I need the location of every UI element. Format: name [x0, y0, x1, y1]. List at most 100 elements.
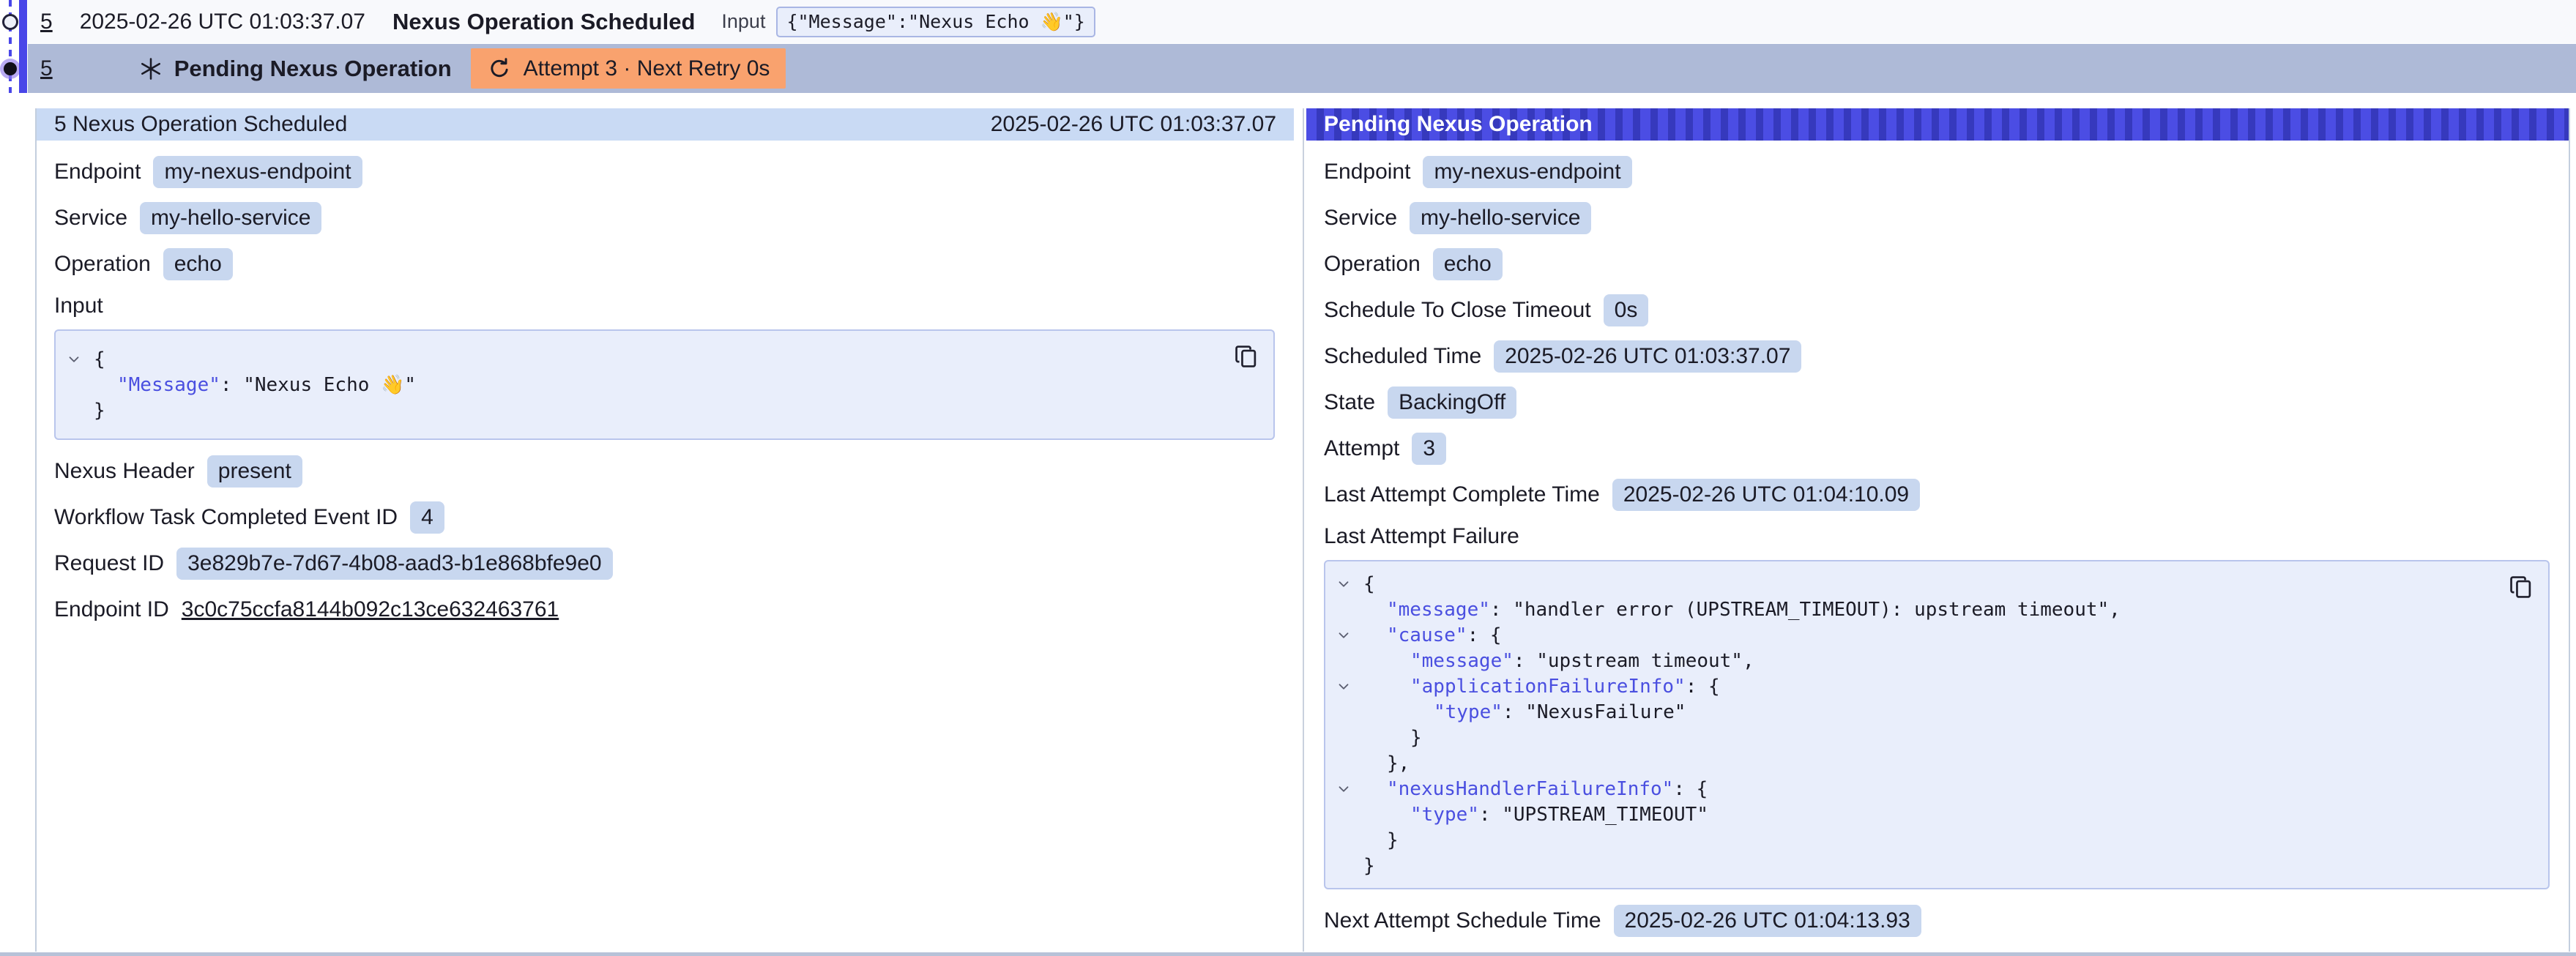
json-key: "applicationFailureInfo" [1410, 676, 1686, 698]
json-line: "nexusHandlerFailureInfo": { [1336, 776, 2497, 802]
field-request-id: Request ID3e829b7e-7d67-4b08-aad3-b1e868… [54, 547, 1275, 580]
json-line: } [1336, 725, 2497, 750]
collapse-chevron-icon [1336, 781, 1352, 797]
json-key: "message" [1387, 599, 1490, 621]
field-label: Endpoint ID [54, 597, 169, 622]
copy-icon [1232, 343, 1260, 370]
field-label: Scheduled Time [1324, 344, 1481, 369]
field-label: Last Attempt Complete Time [1324, 482, 1600, 507]
json-line: "message": "handler error (UPSTREAM_TIME… [1336, 597, 2497, 622]
field-value: 3 [1412, 433, 1446, 465]
json-line: "type": "NexusFailure" [1336, 699, 2497, 725]
event-id-link[interactable]: 5 [40, 10, 53, 34]
field-scheduled-time: Scheduled Time 2025-02-26 UTC 01:03:37.07 [1324, 340, 2550, 373]
copy-button[interactable] [1232, 343, 1260, 370]
event-detail-header: 5 Nexus Operation Scheduled 2025-02-26 U… [37, 108, 1294, 141]
field-nexus-header: Nexus Headerpresent [54, 455, 1275, 488]
event-detail-title: 5 Nexus Operation Scheduled [54, 112, 347, 137]
field-label: Schedule To Close Timeout [1324, 298, 1591, 323]
pending-panel-title: Pending Nexus Operation [1324, 112, 1593, 137]
collapse-chevron-icon [1336, 679, 1352, 695]
json-key: "type" [1434, 701, 1503, 723]
retry-status-badge: Attempt 3 · Next Retry 0s [471, 48, 786, 89]
field-label: Attempt [1324, 436, 1399, 461]
json-line: "Message": "Nexus Echo 👋" [66, 372, 1222, 397]
field-value[interactable]: 3c0c75ccfa8144b092c13ce632463761 [182, 597, 559, 622]
json-text: { [94, 348, 105, 370]
field-value: my-hello-service [1410, 202, 1591, 234]
field-endpoint: Endpointmy-nexus-endpoint [54, 155, 1275, 189]
json-text: } [1410, 727, 1422, 749]
json-key: "type" [1410, 804, 1479, 826]
field-value: 2025-02-26 UTC 01:04:13.93 [1614, 905, 1921, 937]
json-text: : "Nexus Echo 👋" [220, 374, 416, 396]
json-line: }, [1336, 750, 2497, 776]
collapse-chevron-icon [66, 351, 82, 367]
json-text: }, [1387, 753, 1410, 774]
field-attempt: Attempt 3 [1324, 432, 2550, 466]
event-timestamp: 2025-02-26 UTC 01:03:37.07 [80, 10, 365, 34]
field-value: 2025-02-26 UTC 01:04:10.09 [1612, 479, 1920, 511]
pending-panel-header: Pending Nexus Operation [1306, 108, 2569, 141]
json-line: "type": "UPSTREAM_TIMEOUT" [1336, 802, 2497, 827]
collapse-chevron-icon [1336, 576, 1352, 592]
copy-icon [2507, 573, 2535, 601]
field-value: my-hello-service [140, 202, 321, 234]
field-value: 3e829b7e-7d67-4b08-aad3-b1e868bfe9e0 [176, 548, 613, 580]
json-line: { [1336, 571, 2497, 597]
field-operation: Operationecho [1324, 247, 2550, 281]
field-last-attempt-complete-time: Last Attempt Complete Time 2025-02-26 UTC… [1324, 478, 2550, 512]
pending-asterisk-icon [138, 56, 164, 82]
json-text: } [1363, 855, 1375, 877]
retry-badge-text: Attempt 3 · Next Retry 0s [524, 56, 770, 81]
json-text: : "handler error (UPSTREAM_TIMEOUT): ups… [1490, 599, 2121, 621]
copy-button[interactable] [2507, 573, 2535, 601]
field-label: Operation [54, 252, 151, 277]
field-label: Endpoint [1324, 160, 1410, 184]
field-operation: Operationecho [54, 247, 1275, 281]
field-value: my-nexus-endpoint [153, 156, 362, 188]
pending-title: Pending Nexus Operation [174, 56, 452, 82]
event-detail-timestamp: 2025-02-26 UTC 01:03:37.07 [991, 112, 1276, 137]
field-endpoint: Endpoint my-nexus-endpoint [1324, 155, 2550, 189]
input-json-viewer: {"Message": "Nexus Echo 👋"} [54, 329, 1275, 440]
field-service: Servicemy-hello-service [54, 201, 1275, 235]
field-label: Service [1324, 206, 1397, 231]
field-value: 2025-02-26 UTC 01:03:37.07 [1494, 340, 1801, 373]
collapse-toggle[interactable] [1336, 576, 1363, 592]
json-text: { [1363, 573, 1375, 595]
field-endpoint-id: Endpoint ID 3c0c75ccfa8144b092c13ce632463… [54, 593, 1275, 627]
pending-event-id-link[interactable]: 5 [40, 56, 53, 81]
event-detail-panel: 5 Nexus Operation Scheduled 2025-02-26 U… [35, 108, 1294, 952]
json-text: } [94, 400, 105, 422]
input-section-label: Input [54, 294, 1275, 318]
timeline-node-open-icon [2, 14, 18, 30]
collapse-toggle[interactable] [66, 351, 94, 367]
failure-json-viewer: {"message": "handler error (UPSTREAM_TIM… [1324, 560, 2550, 889]
collapse-toggle[interactable] [1336, 627, 1363, 643]
json-key: "Message" [117, 374, 220, 396]
collapse-chevron-icon [1336, 627, 1352, 643]
json-text: : "upstream timeout", [1514, 650, 1754, 672]
json-line: } [66, 397, 1222, 423]
collapse-toggle[interactable] [1336, 781, 1363, 797]
field-value: BackingOff [1388, 386, 1516, 419]
pending-nexus-operation-row[interactable]: 5 Pending Nexus Operation Attempt 3 · Ne… [28, 44, 2576, 93]
event-input-preview: {"Message":"Nexus Echo 👋"} [776, 7, 1095, 37]
pending-operation-panel: Pending Nexus Operation Endpoint my-nexus… [1306, 108, 2570, 952]
field-service: Service my-hello-service [1324, 201, 2550, 235]
collapse-toggle[interactable] [1336, 679, 1363, 695]
event-row-nexus-operation-scheduled[interactable]: 5 2025-02-26 UTC 01:03:37.07 Nexus Opera… [28, 0, 2576, 43]
field-label: State [1324, 390, 1375, 415]
field-label: Operation [1324, 252, 1421, 277]
json-text: : { [1673, 778, 1708, 800]
json-text: : "UPSTREAM_TIMEOUT" [1479, 804, 1708, 826]
json-line: "message": "upstream timeout", [1336, 648, 2497, 673]
next-row-edge [0, 952, 2576, 956]
field-value: my-nexus-endpoint [1423, 156, 1631, 188]
failure-section-label: Last Attempt Failure [1324, 524, 2550, 549]
panel-divider [1303, 108, 1304, 952]
field-value: 0s [1604, 294, 1649, 326]
timeline-active-bar [19, 0, 27, 93]
json-line: "applicationFailureInfo": { [1336, 673, 2497, 699]
